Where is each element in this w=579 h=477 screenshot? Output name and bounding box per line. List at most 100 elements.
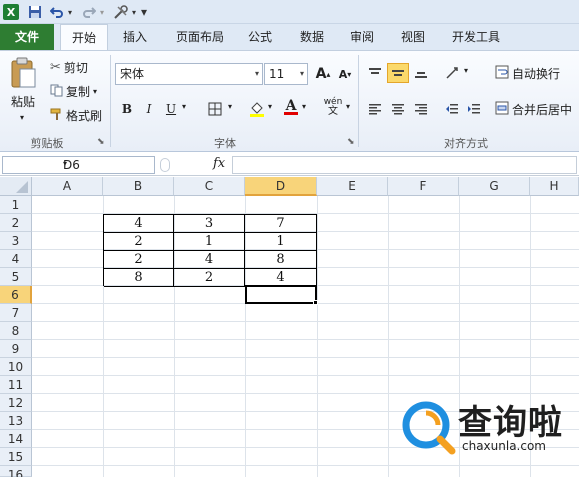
- formula-input[interactable]: [232, 156, 577, 174]
- orientation-dropdown-icon[interactable]: ▾: [464, 66, 468, 75]
- align-left-icon[interactable]: [364, 99, 386, 119]
- row-header-5[interactable]: 5: [0, 268, 32, 286]
- orientation-icon[interactable]: [442, 63, 464, 83]
- row-header-15[interactable]: 15: [0, 448, 32, 466]
- name-box[interactable]: D6 ▾: [2, 156, 155, 174]
- tools-dropdown-icon[interactable]: ▾: [130, 3, 138, 21]
- merge-center-button[interactable]: 合并后居中: [495, 101, 572, 118]
- cell-b2[interactable]: 4: [104, 215, 174, 233]
- cell-b4[interactable]: 2: [104, 251, 174, 269]
- tab-home[interactable]: 开始: [60, 24, 108, 50]
- row-header-13[interactable]: 13: [0, 412, 32, 430]
- tab-review[interactable]: 审阅: [342, 24, 382, 50]
- underline-button[interactable]: U: [160, 99, 182, 119]
- cell-d3[interactable]: 1: [245, 233, 317, 251]
- clipboard-dialog-launcher-icon[interactable]: ⬊: [97, 137, 105, 147]
- align-bottom-icon[interactable]: [410, 63, 432, 83]
- row-header-6[interactable]: 6: [0, 286, 32, 304]
- excel-app-icon[interactable]: X: [2, 3, 20, 21]
- tab-view[interactable]: 视图: [393, 24, 433, 50]
- increase-indent-icon[interactable]: [463, 99, 485, 119]
- undo-icon[interactable]: [48, 3, 66, 21]
- select-all-corner[interactable]: [0, 177, 32, 196]
- save-icon[interactable]: [26, 3, 44, 21]
- align-right-icon[interactable]: [410, 99, 432, 119]
- font-dialog-launcher-icon[interactable]: ⬊: [347, 137, 355, 147]
- watermark-title: 查询啦: [458, 403, 563, 443]
- cell-d2[interactable]: 7: [245, 215, 317, 233]
- row-header-16[interactable]: 16: [0, 466, 32, 477]
- align-middle-icon[interactable]: [387, 63, 409, 83]
- cell-b5[interactable]: 8: [104, 269, 174, 287]
- paste-dropdown-icon[interactable]: ▾: [20, 113, 24, 122]
- font-name-combo[interactable]: 宋体 ▾: [115, 63, 263, 85]
- column-header-f[interactable]: F: [388, 177, 459, 196]
- borders-icon[interactable]: [204, 99, 226, 119]
- column-header-g[interactable]: G: [459, 177, 530, 196]
- fill-color-dropdown-icon[interactable]: ▾: [268, 102, 272, 111]
- paste-icon[interactable]: [6, 55, 40, 91]
- row-header-11[interactable]: 11: [0, 376, 32, 394]
- column-header-d[interactable]: D: [245, 177, 317, 196]
- paste-button[interactable]: 粘贴: [11, 93, 35, 110]
- row-header-1[interactable]: 1: [0, 196, 32, 214]
- align-top-icon[interactable]: [364, 63, 386, 83]
- font-size-combo[interactable]: 11 ▾: [264, 63, 308, 85]
- cell-c4[interactable]: 4: [174, 251, 245, 269]
- grow-font-button[interactable]: A ▴: [312, 64, 334, 84]
- tools-icon[interactable]: [112, 3, 130, 21]
- font-color-icon[interactable]: A: [280, 97, 302, 117]
- italic-button[interactable]: I: [138, 99, 160, 119]
- tab-file[interactable]: 文件: [0, 24, 54, 50]
- cell-b3[interactable]: 2: [104, 233, 174, 251]
- row-header-4[interactable]: 4: [0, 250, 32, 268]
- tab-developer[interactable]: 开发工具: [444, 24, 508, 50]
- shrink-font-button[interactable]: A ▾: [334, 64, 356, 84]
- tab-insert[interactable]: 插入: [115, 24, 155, 50]
- redo-dropdown-icon[interactable]: ▾: [98, 3, 106, 21]
- row-header-12[interactable]: 12: [0, 394, 32, 412]
- row-header-7[interactable]: 7: [0, 304, 32, 322]
- redo-icon[interactable]: [80, 3, 98, 21]
- cut-button[interactable]: ✂ 剪切: [50, 59, 88, 76]
- column-header-a[interactable]: A: [32, 177, 103, 196]
- group-separator: [358, 55, 359, 147]
- column-header-c[interactable]: C: [174, 177, 245, 196]
- wrap-text-button[interactable]: 自动换行: [495, 65, 560, 82]
- cell-c5[interactable]: 2: [174, 269, 245, 287]
- cell-c2[interactable]: 3: [174, 215, 245, 233]
- phonetic-dropdown-icon[interactable]: ▾: [346, 102, 350, 111]
- tab-page-layout[interactable]: 页面布局: [168, 24, 232, 50]
- row-header-10[interactable]: 10: [0, 358, 32, 376]
- decrease-indent-icon[interactable]: [441, 99, 463, 119]
- cell-c3[interactable]: 1: [174, 233, 245, 251]
- active-cell-d6[interactable]: [245, 285, 317, 304]
- tab-formulas[interactable]: 公式: [240, 24, 280, 50]
- font-color-dropdown-icon[interactable]: ▾: [302, 102, 306, 111]
- borders-dropdown-icon[interactable]: ▾: [228, 102, 232, 111]
- customize-qat-icon[interactable]: ▾: [139, 3, 149, 21]
- phonetic-guide-icon[interactable]: wén 文: [320, 97, 346, 117]
- undo-dropdown-icon[interactable]: ▾: [66, 3, 74, 21]
- row-header-14[interactable]: 14: [0, 430, 32, 448]
- row-header-2[interactable]: 2: [0, 214, 32, 232]
- fill-color-icon[interactable]: [246, 99, 268, 119]
- gridline: [388, 196, 389, 477]
- format-painter-button[interactable]: 格式刷: [50, 107, 102, 124]
- formula-splitter-icon[interactable]: [160, 158, 170, 172]
- column-header-h[interactable]: H: [530, 177, 579, 196]
- insert-function-icon[interactable]: fx: [213, 156, 225, 171]
- row-header-8[interactable]: 8: [0, 322, 32, 340]
- align-center-icon[interactable]: [387, 99, 409, 119]
- column-header-b[interactable]: B: [103, 177, 174, 196]
- underline-dropdown-icon[interactable]: ▾: [182, 102, 186, 111]
- copy-button[interactable]: 复制 ▾: [50, 83, 97, 100]
- grow-font-icon: A: [315, 66, 327, 82]
- bold-button[interactable]: B: [116, 99, 138, 119]
- column-header-e[interactable]: E: [317, 177, 388, 196]
- cell-d4[interactable]: 8: [245, 251, 317, 269]
- fill-handle[interactable]: [313, 300, 318, 305]
- tab-data[interactable]: 数据: [292, 24, 332, 50]
- row-header-3[interactable]: 3: [0, 232, 32, 250]
- row-header-9[interactable]: 9: [0, 340, 32, 358]
